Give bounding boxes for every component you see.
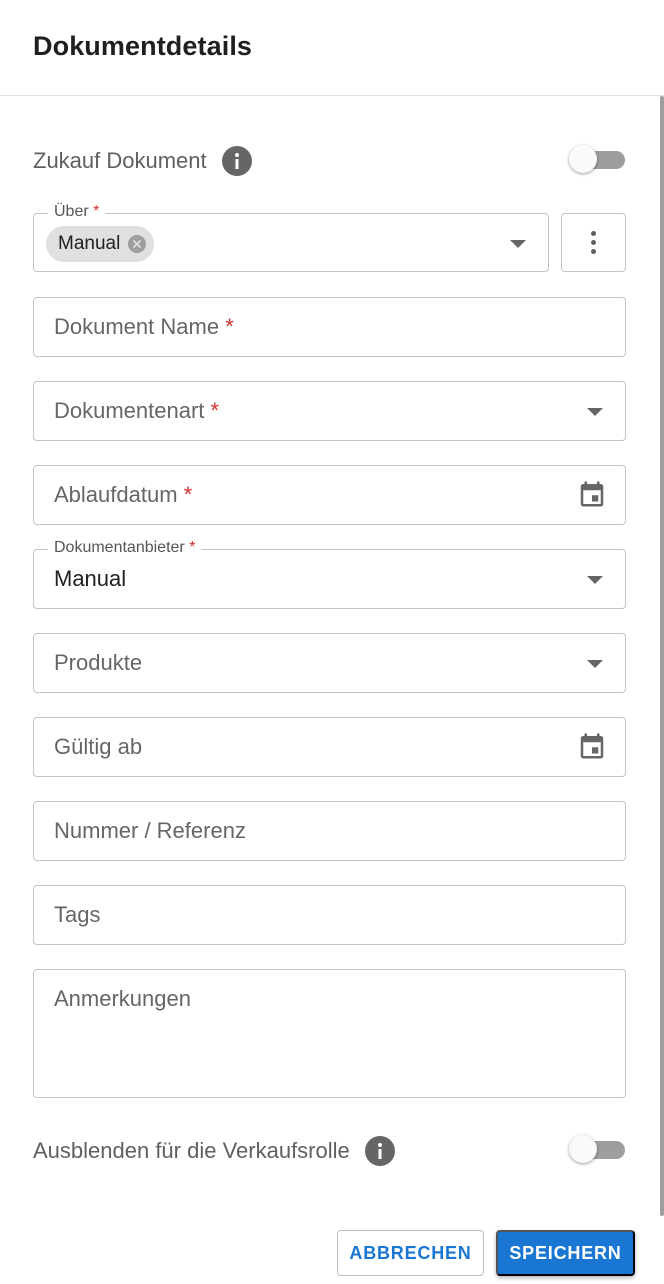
valid-from-placeholder: Gültig ab: [54, 734, 143, 759]
more-vert-icon: [591, 231, 596, 236]
chevron-down-icon[interactable]: [587, 408, 603, 416]
tags-input[interactable]: Tags: [33, 885, 626, 945]
purchase-document-row: Zukauf Dokument: [33, 141, 627, 181]
purchase-document-label: Zukauf Dokument: [33, 148, 207, 173]
products-select[interactable]: Produkte: [33, 633, 626, 693]
tags-placeholder: Tags: [54, 902, 101, 927]
more-vert-dot: [591, 249, 596, 254]
info-icon[interactable]: [364, 1136, 395, 1166]
more-vert-dot: [591, 240, 596, 245]
via-chip[interactable]: Manual: [46, 226, 155, 262]
more-options-button[interactable]: [561, 213, 626, 272]
document-type-placeholder: Dokumentenart *: [54, 398, 220, 423]
toggle-thumb: [569, 145, 597, 173]
document-name-placeholder: Dokument Name *: [54, 314, 234, 339]
info-icon[interactable]: [221, 146, 252, 176]
valid-from-input[interactable]: Gültig ab: [33, 717, 626, 777]
save-button[interactable]: SPEICHERN: [496, 1230, 635, 1276]
cancel-button[interactable]: ABBRECHEN: [337, 1230, 484, 1276]
hide-for-sales-row: Ausblenden für die Verkaufsrolle: [33, 1131, 627, 1171]
chevron-down-icon[interactable]: [510, 240, 526, 248]
calendar-icon[interactable]: [577, 731, 607, 761]
document-name-input[interactable]: Dokument Name *: [33, 297, 626, 357]
document-provider-value: Manual: [54, 566, 127, 591]
document-provider-select[interactable]: Dokumentanbieter * Manual: [33, 539, 626, 609]
hide-for-sales-label: Ausblenden für die Verkaufsrolle: [33, 1138, 350, 1163]
chevron-down-icon[interactable]: [587, 576, 603, 584]
via-label: Über *: [48, 203, 106, 221]
chevron-down-icon[interactable]: [587, 660, 603, 668]
hide-for-sales-toggle[interactable]: [569, 1135, 627, 1163]
purchase-document-toggle[interactable]: [569, 145, 627, 173]
chip-remove-icon[interactable]: [128, 235, 147, 253]
notes-placeholder: Anmerkungen: [54, 986, 191, 1011]
via-chip-label: Manual: [58, 233, 121, 254]
dialog-title: Dokumentdetails: [33, 31, 253, 61]
dialog-header: Dokumentdetails: [0, 0, 664, 96]
document-provider-label: Dokumentanbieter *: [48, 539, 202, 557]
notes-textarea[interactable]: Anmerkungen: [33, 969, 626, 1098]
calendar-icon[interactable]: [577, 479, 607, 509]
scrollbar[interactable]: [660, 96, 664, 1216]
expiry-date-placeholder: Ablaufdatum *: [54, 482, 193, 507]
reference-placeholder: Nummer / Referenz: [54, 818, 246, 843]
toggle-thumb: [569, 1135, 597, 1163]
products-placeholder: Produkte: [54, 650, 143, 675]
document-type-select[interactable]: Dokumentenart *: [33, 381, 626, 441]
reference-input[interactable]: Nummer / Referenz: [33, 801, 626, 861]
via-select[interactable]: Über * Manual: [33, 203, 549, 272]
expiry-date-input[interactable]: Ablaufdatum *: [33, 465, 626, 525]
